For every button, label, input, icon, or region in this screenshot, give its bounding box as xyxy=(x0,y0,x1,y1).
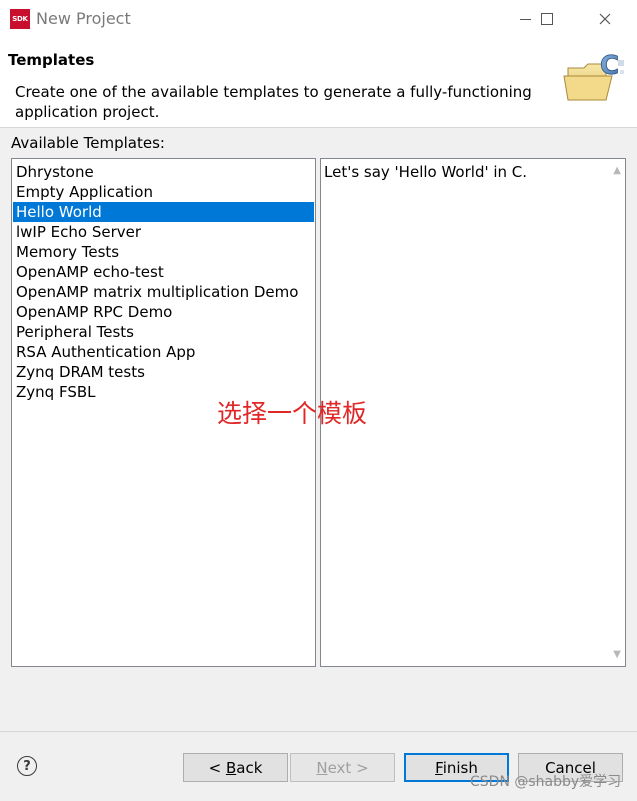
template-list-item[interactable]: Dhrystone xyxy=(13,162,314,182)
back-button[interactable]: < Back xyxy=(183,753,288,782)
sdk-app-icon: SDK xyxy=(10,9,30,29)
close-button[interactable] xyxy=(582,0,628,38)
watermark: CSDN @shabby爱学习 xyxy=(470,774,622,790)
template-list-item[interactable]: Peripheral Tests xyxy=(13,322,314,342)
template-list-item[interactable]: Empty Application xyxy=(13,182,314,202)
help-button[interactable]: ? xyxy=(17,756,37,776)
next-button[interactable]: Next > xyxy=(290,753,395,782)
back-button-label: < Back xyxy=(208,758,263,777)
template-list-item[interactable]: Hello World xyxy=(13,202,314,222)
template-list-item[interactable]: Memory Tests xyxy=(13,242,314,262)
page-title: Templates xyxy=(8,51,95,69)
template-description-text: Let's say 'Hello World' in C. xyxy=(324,163,528,181)
help-icon: ? xyxy=(23,758,31,774)
template-list-item[interactable]: OpenAMP echo-test xyxy=(13,262,314,282)
maximize-icon xyxy=(541,13,553,25)
template-list-item[interactable]: Zynq DRAM tests xyxy=(13,362,314,382)
svg-text:C: C xyxy=(600,51,619,81)
template-list-item[interactable]: RSA Authentication App xyxy=(13,342,314,362)
maximize-button[interactable] xyxy=(524,0,570,38)
template-list-item[interactable]: lwIP Echo Server xyxy=(13,222,314,242)
scroll-down-icon[interactable]: ▼ xyxy=(613,649,621,660)
scroll-up-icon[interactable]: ▲ xyxy=(613,165,621,176)
close-icon xyxy=(599,13,611,25)
page-description: Create one of the available templates to… xyxy=(15,83,532,121)
next-button-label: Next > xyxy=(316,758,369,777)
available-templates-label: Available Templates: xyxy=(11,134,165,152)
annotation-text: 选择一个模板 xyxy=(217,399,368,428)
template-list-item[interactable]: OpenAMP matrix multiplication Demo xyxy=(13,282,314,302)
new-c-project-folder-icon: C xyxy=(563,51,624,101)
button-bar-divider xyxy=(0,731,637,732)
template-list-item[interactable]: OpenAMP RPC Demo xyxy=(13,302,314,322)
window-title: New Project xyxy=(36,9,131,28)
